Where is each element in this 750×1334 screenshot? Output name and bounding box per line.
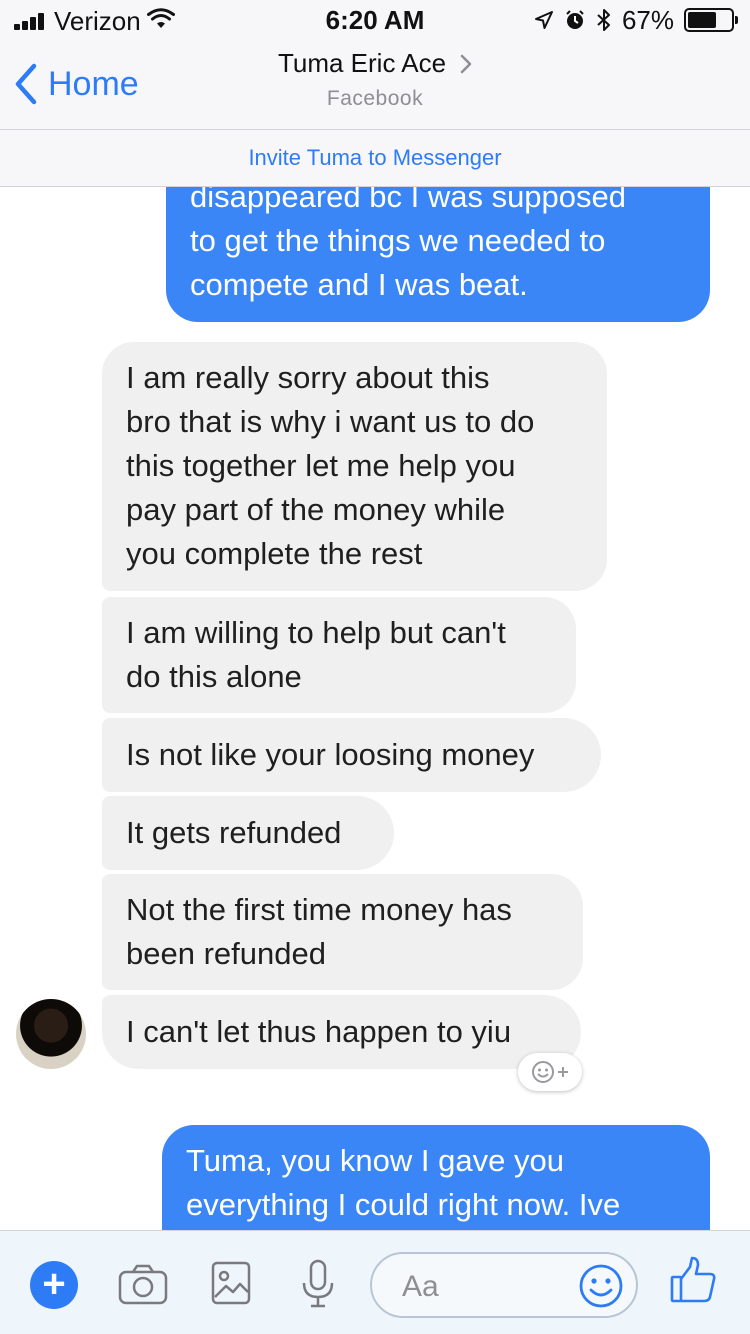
message-line: bro that is why i want us to do xyxy=(126,404,535,439)
status-indicators: 67% xyxy=(534,4,738,35)
message-bubble-incoming[interactable]: It gets refunded xyxy=(102,796,394,870)
message-line: you complete the rest xyxy=(126,536,423,571)
smiley-icon xyxy=(532,1061,554,1083)
message-bubble-outgoing[interactable]: disappeared bc I was supposed to get the… xyxy=(166,187,710,322)
location-arrow-icon xyxy=(534,11,553,29)
message-line: been refunded xyxy=(126,936,326,971)
message-line: do this alone xyxy=(126,659,302,694)
plus-small-icon xyxy=(558,1067,568,1077)
battery-percentage: 67% xyxy=(621,4,674,35)
camera-icon[interactable] xyxy=(118,1263,168,1305)
message-line: I am willing to help but can't xyxy=(126,615,506,650)
message-thread[interactable]: disappeared bc I was supposed to get the… xyxy=(0,187,750,1230)
message-input[interactable]: Aa xyxy=(370,1252,638,1318)
message-line: disappeared bc I was supposed xyxy=(190,187,627,214)
message-line: I am really sorry about this xyxy=(126,360,490,395)
message-input-placeholder: Aa xyxy=(402,1270,439,1303)
thumbs-up-icon[interactable] xyxy=(668,1255,718,1305)
bluetooth-icon xyxy=(597,9,610,31)
contact-name: Tuma Eric Ace xyxy=(277,48,447,78)
message-line: Tuma, you know I gave you xyxy=(186,1143,564,1178)
battery-level-fill xyxy=(688,12,717,28)
message-line: everything I could right now. Ive xyxy=(186,1187,621,1222)
message-line: pay part of the money while xyxy=(126,492,506,527)
message-bubble-incoming[interactable]: I am really sorry about this bro that is… xyxy=(102,342,607,591)
invite-to-messenger-link[interactable]: Invite Tuma to Messenger xyxy=(0,130,750,187)
add-reaction-button[interactable] xyxy=(518,1053,582,1091)
message-bubble-incoming[interactable]: I am willing to help but can't do this a… xyxy=(102,597,576,713)
message-bubble-incoming[interactable]: I can't let thus happen to yiu xyxy=(102,995,581,1069)
message-bubble-incoming[interactable]: Not the first time money has been refund… xyxy=(102,874,583,990)
message-line: It gets refunded xyxy=(126,815,342,850)
plus-icon[interactable]: + xyxy=(30,1261,78,1309)
microphone-icon[interactable] xyxy=(300,1259,336,1309)
message-line: Is not like your loosing money xyxy=(126,737,535,772)
message-composer: + Aa xyxy=(0,1230,750,1334)
contact-avatar[interactable] xyxy=(16,999,86,1069)
message-bubble-outgoing[interactable]: Tuma, you know I gave you everything I c… xyxy=(162,1125,710,1230)
photo-icon[interactable] xyxy=(211,1261,251,1305)
message-line: Not the first time money has xyxy=(126,892,512,927)
message-line: I can't let thus happen to yiu xyxy=(126,1014,512,1049)
status-bar: Verizon 6:20 AM 67% xyxy=(0,0,750,40)
navigation-header: Verizon 6:20 AM 67% Home Tuma Eric Ace F… xyxy=(0,0,750,130)
message-line: compete and I was beat. xyxy=(190,267,528,302)
battery-icon xyxy=(684,8,738,32)
contact-header[interactable]: Tuma Eric Ace Facebook xyxy=(0,48,750,111)
contact-source: Facebook xyxy=(326,87,424,110)
alarm-clock-icon xyxy=(566,10,584,29)
message-line: this together let me help you xyxy=(126,448,516,483)
emoji-icon[interactable] xyxy=(578,1263,624,1309)
message-line: to get the things we needed to xyxy=(190,223,606,258)
chevron-right-icon xyxy=(460,54,472,73)
message-bubble-incoming[interactable]: Is not like your loosing money xyxy=(102,718,601,792)
